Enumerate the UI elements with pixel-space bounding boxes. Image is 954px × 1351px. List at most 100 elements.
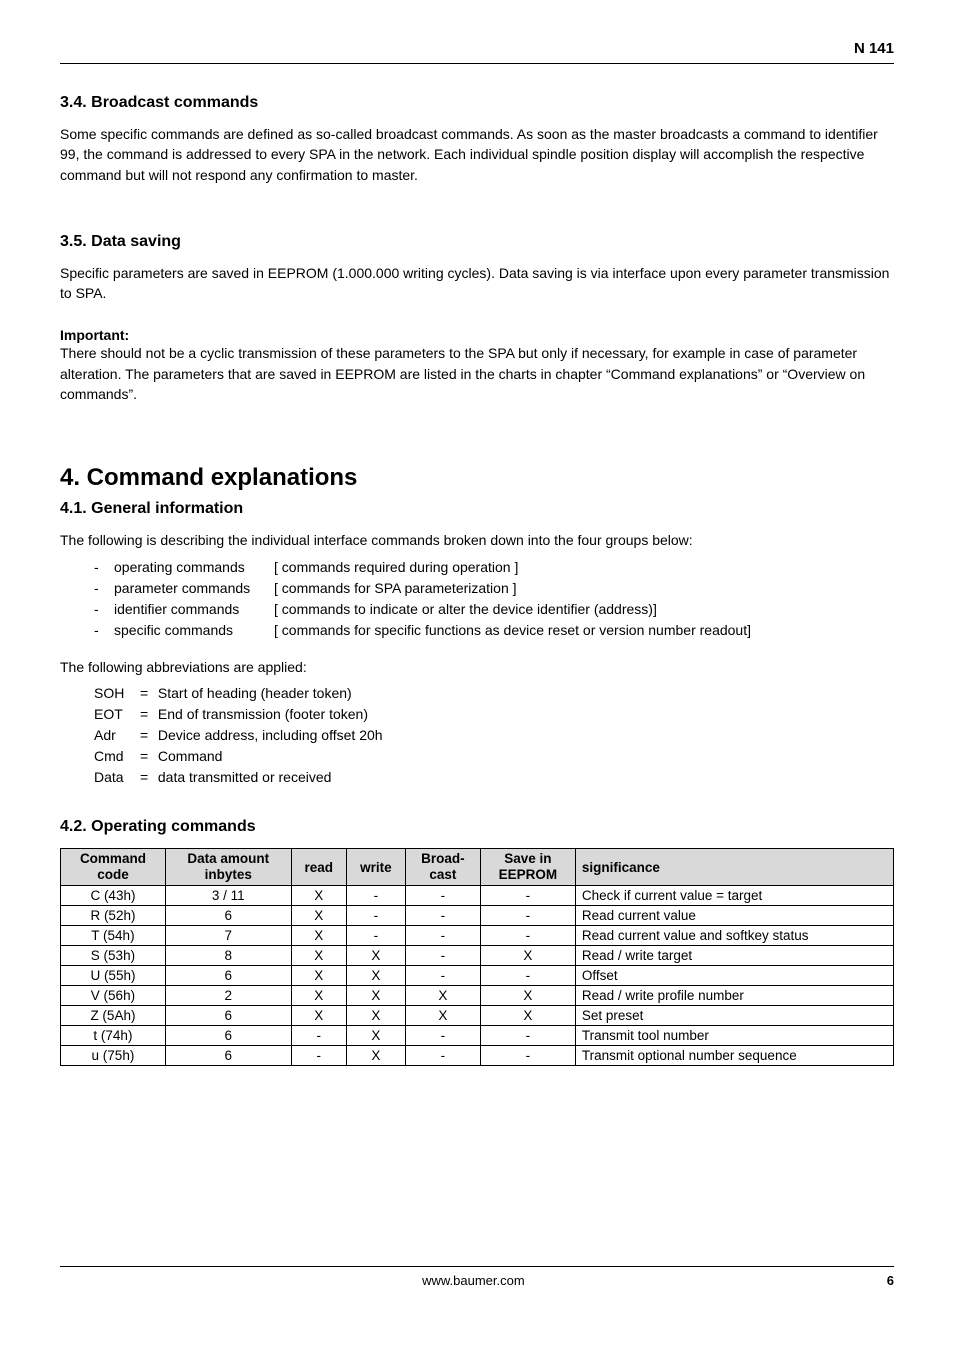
cell-write: X (346, 986, 405, 1006)
page-footer: www.baumer.com 6 (60, 1266, 894, 1288)
cell-code: u (75h) (61, 1046, 166, 1066)
cell-code: C (43h) (61, 886, 166, 906)
group-item: operating commands[ commands required du… (94, 557, 894, 578)
cell-write: X (346, 1026, 405, 1046)
cell-data: 6 (165, 1006, 291, 1026)
abbrev-key: SOH (94, 683, 140, 704)
abbrev-block: SOH= Start of heading (header token)EOT=… (94, 683, 894, 788)
cell-data: 6 (165, 1026, 291, 1046)
intro-4-1: The following is describing the individu… (60, 530, 894, 550)
abbrev-desc: Device address, including offset 20h (154, 727, 383, 743)
cell-code: Z (5Ah) (61, 1006, 166, 1026)
cell-sig: Check if current value = target (575, 886, 893, 906)
cell-bc: - (405, 1046, 480, 1066)
abbrev-row: SOH= Start of heading (header token) (94, 683, 894, 704)
group-name: identifier commands (114, 599, 274, 620)
cell-write: X (346, 966, 405, 986)
abbrev-row: EOT= End of transmission (footer token) (94, 704, 894, 725)
cell-data: 6 (165, 966, 291, 986)
group-list: operating commands[ commands required du… (94, 557, 894, 641)
group-item: specific commands[ commands for specific… (94, 620, 894, 641)
group-desc: [ commands for SPA parameterization ] (274, 580, 517, 596)
group-item: parameter commands[ commands for SPA par… (94, 578, 894, 599)
footer-site: www.baumer.com (60, 1273, 887, 1288)
group-name: specific commands (114, 620, 274, 641)
col-significance: significance (575, 848, 893, 885)
doc-id: N 141 (854, 40, 894, 57)
col-save: Save in EEPROM (480, 848, 575, 885)
table-row: C (43h)3 / 11X---Check if current value … (61, 886, 894, 906)
cell-save: X (480, 1006, 575, 1026)
table-row: S (53h)8XX-XRead / write target (61, 946, 894, 966)
group-name: operating commands (114, 557, 274, 578)
cell-data: 7 (165, 926, 291, 946)
cell-sig: Read / write profile number (575, 986, 893, 1006)
cell-save: - (480, 906, 575, 926)
group-desc: [ commands to indicate or alter the devi… (274, 601, 657, 617)
cell-sig: Read current value (575, 906, 893, 926)
cell-write: X (346, 1006, 405, 1026)
col-code: Command code (61, 848, 166, 885)
cell-save: - (480, 926, 575, 946)
abbrev-row: Data= data transmitted or received (94, 767, 894, 788)
cell-bc: X (405, 1006, 480, 1026)
cell-bc: - (405, 906, 480, 926)
col-read: read (291, 848, 346, 885)
group-desc: [ commands for specific functions as dev… (274, 622, 751, 638)
important-label: Important: (60, 327, 894, 343)
table-row: V (56h)2XXXXRead / write profile number (61, 986, 894, 1006)
cell-read: X (291, 886, 346, 906)
cell-sig: Transmit optional number sequence (575, 1046, 893, 1066)
cell-write: X (346, 946, 405, 966)
cell-save: - (480, 1026, 575, 1046)
cell-save: - (480, 1046, 575, 1066)
cell-bc: X (405, 986, 480, 1006)
cell-code: t (74h) (61, 1026, 166, 1046)
table-row: R (52h)6X---Read current value (61, 906, 894, 926)
cell-bc: - (405, 886, 480, 906)
heading-3-4: 3.4. Broadcast commands (60, 94, 894, 112)
cell-code: S (53h) (61, 946, 166, 966)
abbrev-desc: Start of heading (header token) (154, 685, 352, 701)
cell-read: X (291, 966, 346, 986)
cell-read: - (291, 1046, 346, 1066)
cell-sig: Set preset (575, 1006, 893, 1026)
cell-save: X (480, 946, 575, 966)
cell-data: 8 (165, 946, 291, 966)
col-data: Data amount inbytes (165, 848, 291, 885)
cell-save: - (480, 886, 575, 906)
page-header: N 141 (60, 40, 894, 64)
table-row: t (74h)6-X--Transmit tool number (61, 1026, 894, 1046)
abbrev-eq: = (140, 683, 154, 704)
group-item: identifier commands[ commands to indicat… (94, 599, 894, 620)
abbrev-desc: End of transmission (footer token) (154, 706, 368, 722)
body-3-4: Some specific commands are defined as so… (60, 124, 894, 185)
cell-bc: - (405, 926, 480, 946)
cell-sig: Offset (575, 966, 893, 986)
col-write: write (346, 848, 405, 885)
table-row: u (75h)6-X--Transmit optional number seq… (61, 1046, 894, 1066)
important-body: There should not be a cyclic transmissio… (60, 343, 894, 404)
cell-read: - (291, 1026, 346, 1046)
cell-sig: Read current value and softkey status (575, 926, 893, 946)
cell-read: X (291, 926, 346, 946)
cell-bc: - (405, 946, 480, 966)
cell-bc: - (405, 966, 480, 986)
heading-4-1: 4.1. General information (60, 500, 894, 518)
cell-read: X (291, 946, 346, 966)
abbrev-key: EOT (94, 704, 140, 725)
table-row: U (55h)6XX--Offset (61, 966, 894, 986)
cell-save: X (480, 986, 575, 1006)
cell-data: 6 (165, 906, 291, 926)
cell-write: - (346, 906, 405, 926)
cell-read: X (291, 906, 346, 926)
heading-4-2: 4.2. Operating commands (60, 818, 894, 836)
table-row: Z (5Ah)6XXXXSet preset (61, 1006, 894, 1026)
cell-code: T (54h) (61, 926, 166, 946)
cell-code: U (55h) (61, 966, 166, 986)
group-desc: [ commands required during operation ] (274, 559, 518, 575)
abbrev-desc: data transmitted or received (154, 769, 331, 785)
cell-data: 3 / 11 (165, 886, 291, 906)
abbrev-desc: Command (154, 748, 222, 764)
group-name: parameter commands (114, 578, 274, 599)
